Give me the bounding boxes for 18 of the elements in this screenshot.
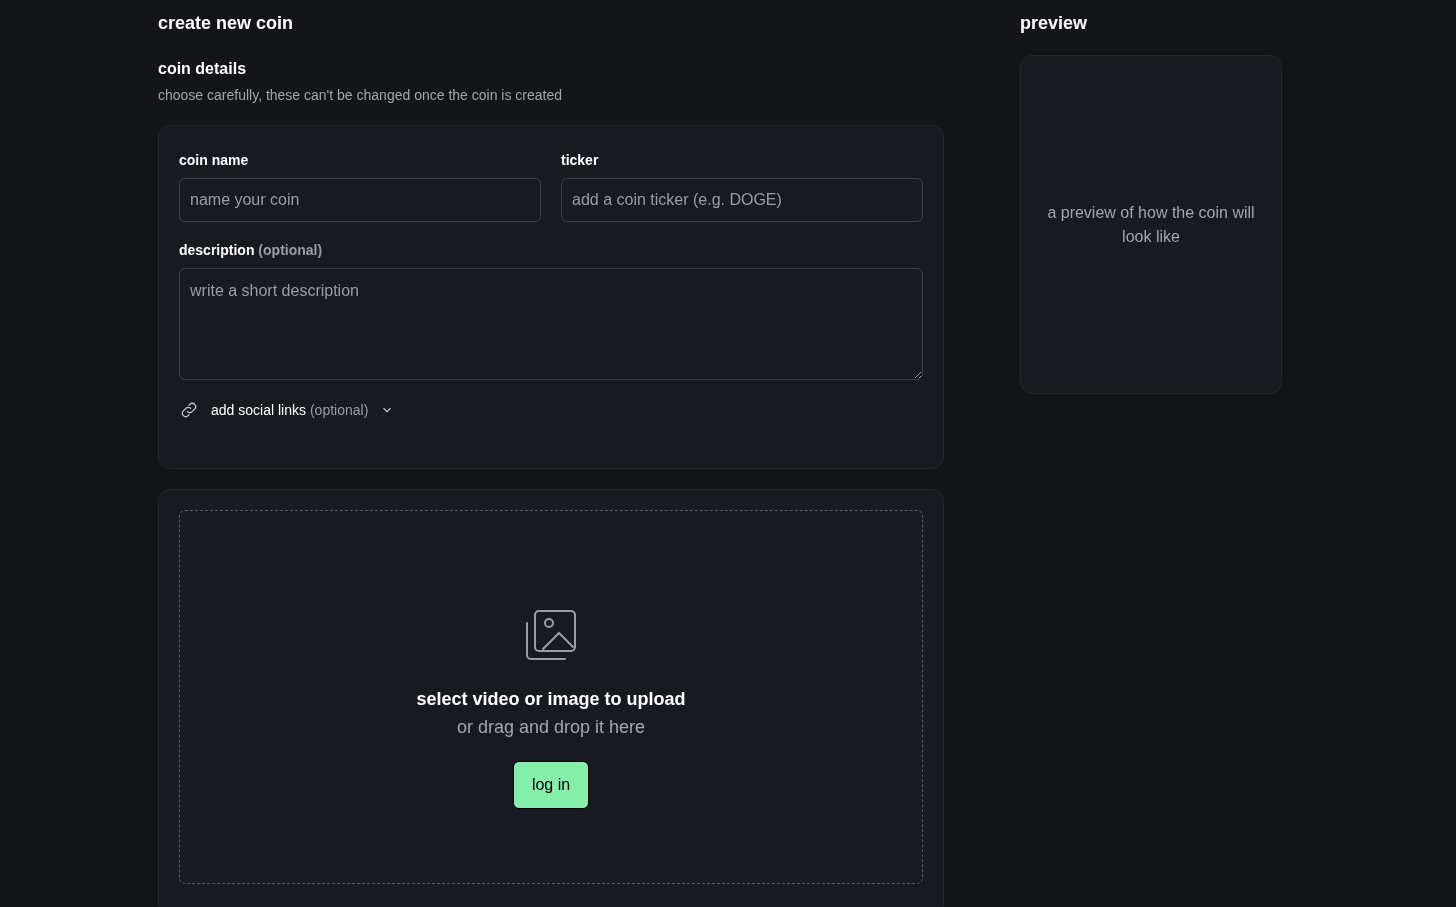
upload-title: select video or image to upload: [416, 688, 686, 711]
preview-heading: preview: [1020, 12, 1088, 35]
description-field[interactable]: write a short description: [179, 268, 923, 380]
page-title: create new coin: [158, 12, 294, 35]
text-field[interactable]: name your coin: [179, 178, 541, 222]
image-icon: [525, 609, 577, 661]
link-icon: [179, 400, 199, 420]
drop-zone[interactable]: select video or image to upload or drag and drop it here log in: [179, 510, 923, 884]
section-subtitle: choose carefully, these can't be changed once the coin is created: [158, 86, 562, 105]
field-label: coin name: [179, 151, 249, 170]
text-field[interactable]: add a coin ticker (e.g. DOGE): [561, 178, 923, 222]
section-heading: coin details: [158, 59, 247, 79]
field-label: description (optional): [179, 241, 323, 260]
social-links-toggle[interactable]: add social links (optional): [179, 400, 395, 420]
field-label: ticker: [561, 151, 599, 170]
preview-text: a preview of how the coin will look like: [1046, 202, 1256, 247]
upload-subtitle: or drag and drop it here: [456, 716, 646, 739]
login-button[interactable]: log in: [512, 761, 590, 809]
